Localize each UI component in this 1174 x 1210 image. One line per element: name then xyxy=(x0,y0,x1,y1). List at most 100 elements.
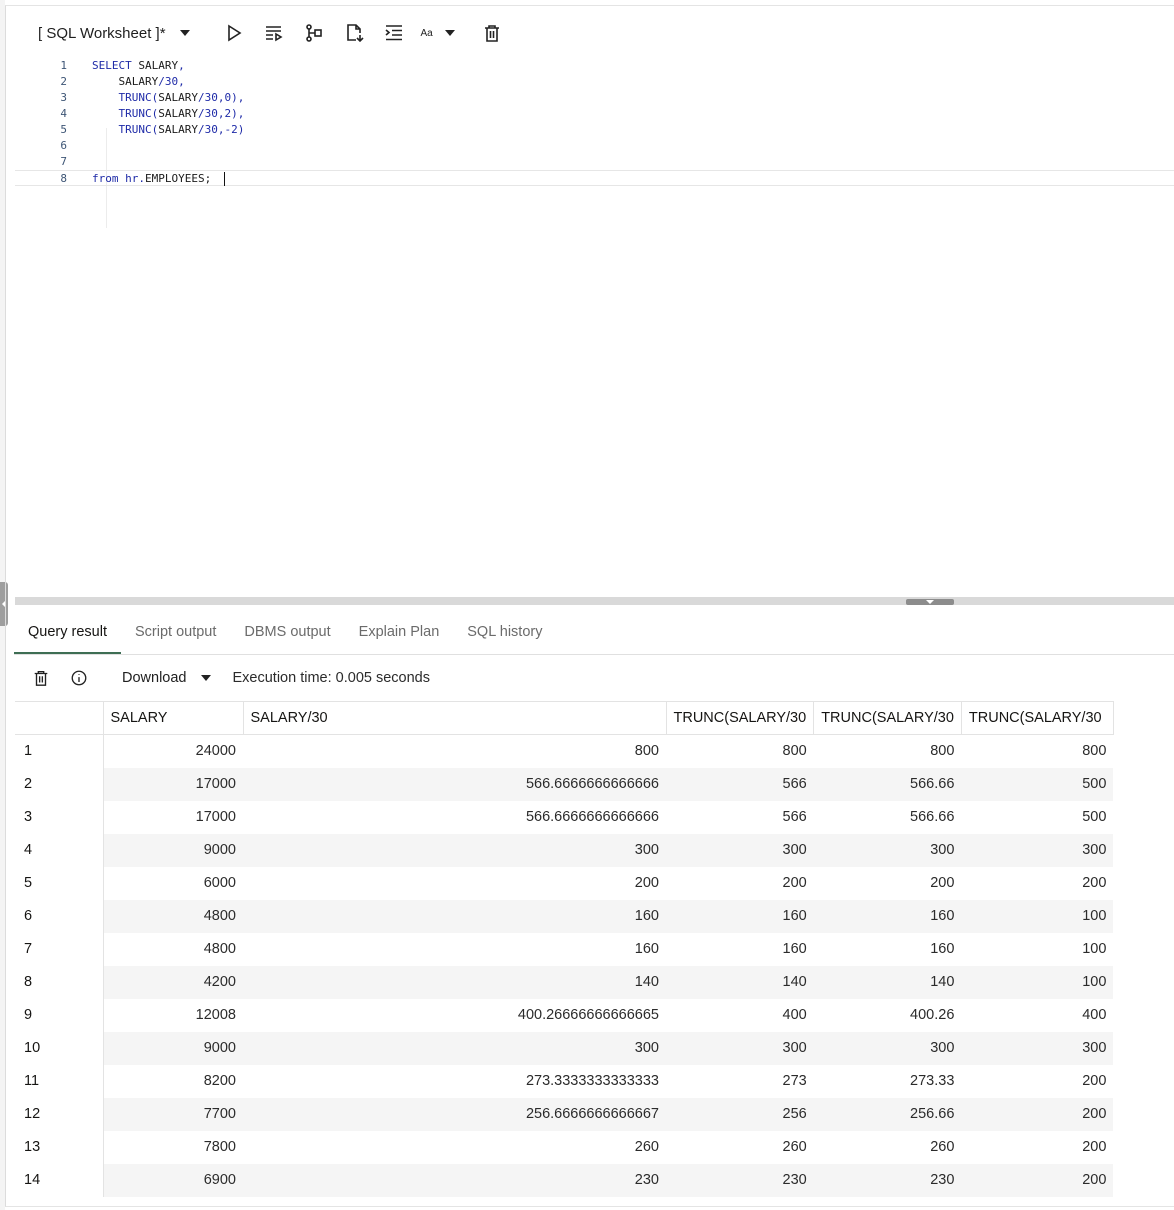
code-line[interactable]: 6 xyxy=(15,138,1174,154)
tab-explain-plan[interactable]: Explain Plan xyxy=(345,612,454,654)
row-number[interactable]: 10 xyxy=(15,1031,104,1065)
clear-editor-button[interactable] xyxy=(472,17,512,49)
column-header[interactable]: SALARY xyxy=(103,701,244,735)
table-cell[interactable]: 24000 xyxy=(103,735,243,768)
table-cell[interactable]: 500 xyxy=(961,801,1113,834)
table-cell[interactable]: 800 xyxy=(961,735,1113,768)
code-line[interactable]: 1 SELECT SALARY, xyxy=(15,58,1174,74)
table-cell[interactable]: 6900 xyxy=(103,1163,243,1197)
row-number-header[interactable] xyxy=(15,701,104,735)
table-row[interactable]: 8 4200 140 140 140 100 xyxy=(15,965,1114,999)
table-row[interactable]: 2 17000 566.6666666666666 566 566.66 500 xyxy=(15,767,1114,801)
code-line[interactable]: 4 TRUNC(SALARY/30,2), xyxy=(15,106,1174,122)
run-statement-button[interactable] xyxy=(214,17,254,49)
table-cell[interactable]: 160 xyxy=(813,899,962,933)
table-cell[interactable]: 300 xyxy=(813,833,962,867)
save-file-button[interactable] xyxy=(334,17,374,49)
table-cell[interactable]: 566.6666666666666 xyxy=(243,801,666,834)
table-row[interactable]: 9 12008 400.26666666666665 400 400.26 400 xyxy=(15,998,1113,1032)
table-cell[interactable]: 230 xyxy=(666,1163,814,1197)
table-cell[interactable]: 256 xyxy=(666,1097,814,1131)
table-cell[interactable]: 260 xyxy=(814,1131,962,1164)
table-cell[interactable]: 8200 xyxy=(103,1065,243,1098)
table-cell[interactable]: 300 xyxy=(961,1031,1114,1065)
table-cell[interactable]: 300 xyxy=(961,833,1114,867)
table-cell[interactable]: 400 xyxy=(666,999,814,1032)
table-cell[interactable]: 400 xyxy=(961,999,1113,1032)
collapse-results-handle[interactable] xyxy=(906,599,954,605)
code-line[interactable]: 5 TRUNC(SALARY/30,-2) xyxy=(15,122,1174,138)
table-cell[interactable]: 6000 xyxy=(103,867,243,900)
table-cell[interactable]: 230 xyxy=(813,1163,962,1197)
table-cell[interactable]: 300 xyxy=(666,833,814,867)
table-cell[interactable]: 200 xyxy=(243,867,666,900)
table-cell[interactable]: 17000 xyxy=(103,801,243,834)
download-menu[interactable]: Download xyxy=(98,670,211,686)
table-cell[interactable]: 200 xyxy=(961,1131,1113,1164)
code-line[interactable]: 3 TRUNC(SALARY/30,0), xyxy=(15,90,1174,106)
table-cell[interactable]: 260 xyxy=(666,1131,814,1164)
explain-plan-button[interactable] xyxy=(294,17,334,49)
info-button[interactable] xyxy=(60,662,98,694)
table-row[interactable]: 4 9000 300 300 300 300 xyxy=(15,833,1114,867)
row-number[interactable]: 8 xyxy=(15,965,104,999)
font-size-button[interactable]: Aa xyxy=(418,17,470,49)
worksheet-selector[interactable]: [ SQL Worksheet ]* xyxy=(14,25,200,42)
table-cell[interactable]: 566 xyxy=(666,801,814,834)
column-header[interactable]: SALARY/30 xyxy=(243,701,667,735)
table-row[interactable]: 11 8200 273.3333333333333 273 273.33 200 xyxy=(15,1064,1113,1098)
table-cell[interactable]: 160 xyxy=(666,899,814,933)
table-cell[interactable]: 160 xyxy=(243,899,666,933)
table-cell[interactable]: 12008 xyxy=(103,999,243,1032)
table-cell[interactable]: 400.26666666666665 xyxy=(243,999,666,1032)
table-cell[interactable]: 800 xyxy=(814,735,962,768)
table-cell[interactable]: 200 xyxy=(961,867,1113,900)
table-cell[interactable]: 200 xyxy=(961,1065,1113,1098)
table-row[interactable]: 13 7800 260 260 260 200 xyxy=(15,1130,1113,1164)
row-number[interactable]: 6 xyxy=(15,899,104,933)
table-cell[interactable]: 160 xyxy=(814,933,962,966)
table-cell[interactable]: 273.3333333333333 xyxy=(243,1065,666,1098)
table-cell[interactable]: 7800 xyxy=(103,1131,243,1164)
table-row[interactable]: 14 6900 230 230 230 200 xyxy=(15,1163,1114,1197)
code-line[interactable]: 8 from hr.EMPLOYEES; xyxy=(15,170,1174,186)
table-cell[interactable]: 500 xyxy=(961,767,1114,801)
table-cell[interactable]: 140 xyxy=(666,965,814,999)
code-line[interactable]: 7 xyxy=(15,154,1174,170)
table-row[interactable]: 5 6000 200 200 200 200 xyxy=(15,866,1113,900)
table-row[interactable]: 7 4800 160 160 160 100 xyxy=(15,932,1113,966)
table-cell[interactable]: 200 xyxy=(814,867,962,900)
row-number[interactable]: 13 xyxy=(15,1130,104,1164)
row-number[interactable]: 11 xyxy=(15,1064,104,1098)
table-cell[interactable]: 100 xyxy=(961,965,1114,999)
table-cell[interactable]: 256.6666666666667 xyxy=(243,1097,666,1131)
panel-splitter[interactable] xyxy=(15,597,1174,605)
table-cell[interactable]: 566.66 xyxy=(813,767,962,801)
row-number[interactable]: 9 xyxy=(15,998,104,1032)
row-number[interactable]: 4 xyxy=(15,833,104,867)
table-cell[interactable]: 400.26 xyxy=(814,999,962,1032)
tab-script-output[interactable]: Script output xyxy=(121,612,230,654)
format-code-button[interactable] xyxy=(374,17,414,49)
tab-sql-history[interactable]: SQL history xyxy=(453,612,556,654)
table-cell[interactable]: 200 xyxy=(961,1163,1114,1197)
table-cell[interactable]: 17000 xyxy=(103,767,243,801)
table-cell[interactable]: 300 xyxy=(243,833,666,867)
row-number[interactable]: 1 xyxy=(15,734,104,768)
table-cell[interactable]: 160 xyxy=(666,933,814,966)
table-cell[interactable]: 300 xyxy=(813,1031,962,1065)
table-cell[interactable]: 300 xyxy=(243,1031,666,1065)
column-header[interactable]: TRUNC(SALARY/30 xyxy=(961,701,1114,735)
row-number[interactable]: 12 xyxy=(15,1097,104,1131)
table-cell[interactable]: 566 xyxy=(666,767,814,801)
column-header[interactable]: TRUNC(SALARY/30 xyxy=(813,701,962,735)
code-line[interactable]: 2 SALARY/30, xyxy=(15,74,1174,90)
table-cell[interactable]: 800 xyxy=(666,735,814,768)
table-cell[interactable]: 256.66 xyxy=(813,1097,962,1131)
tab-query-result[interactable]: Query result xyxy=(14,612,121,654)
table-cell[interactable]: 260 xyxy=(243,1131,666,1164)
table-cell[interactable]: 273 xyxy=(666,1065,814,1098)
table-row[interactable]: 1 24000 800 800 800 800 xyxy=(15,734,1113,768)
table-cell[interactable]: 566.66 xyxy=(814,801,962,834)
table-cell[interactable]: 273.33 xyxy=(814,1065,962,1098)
